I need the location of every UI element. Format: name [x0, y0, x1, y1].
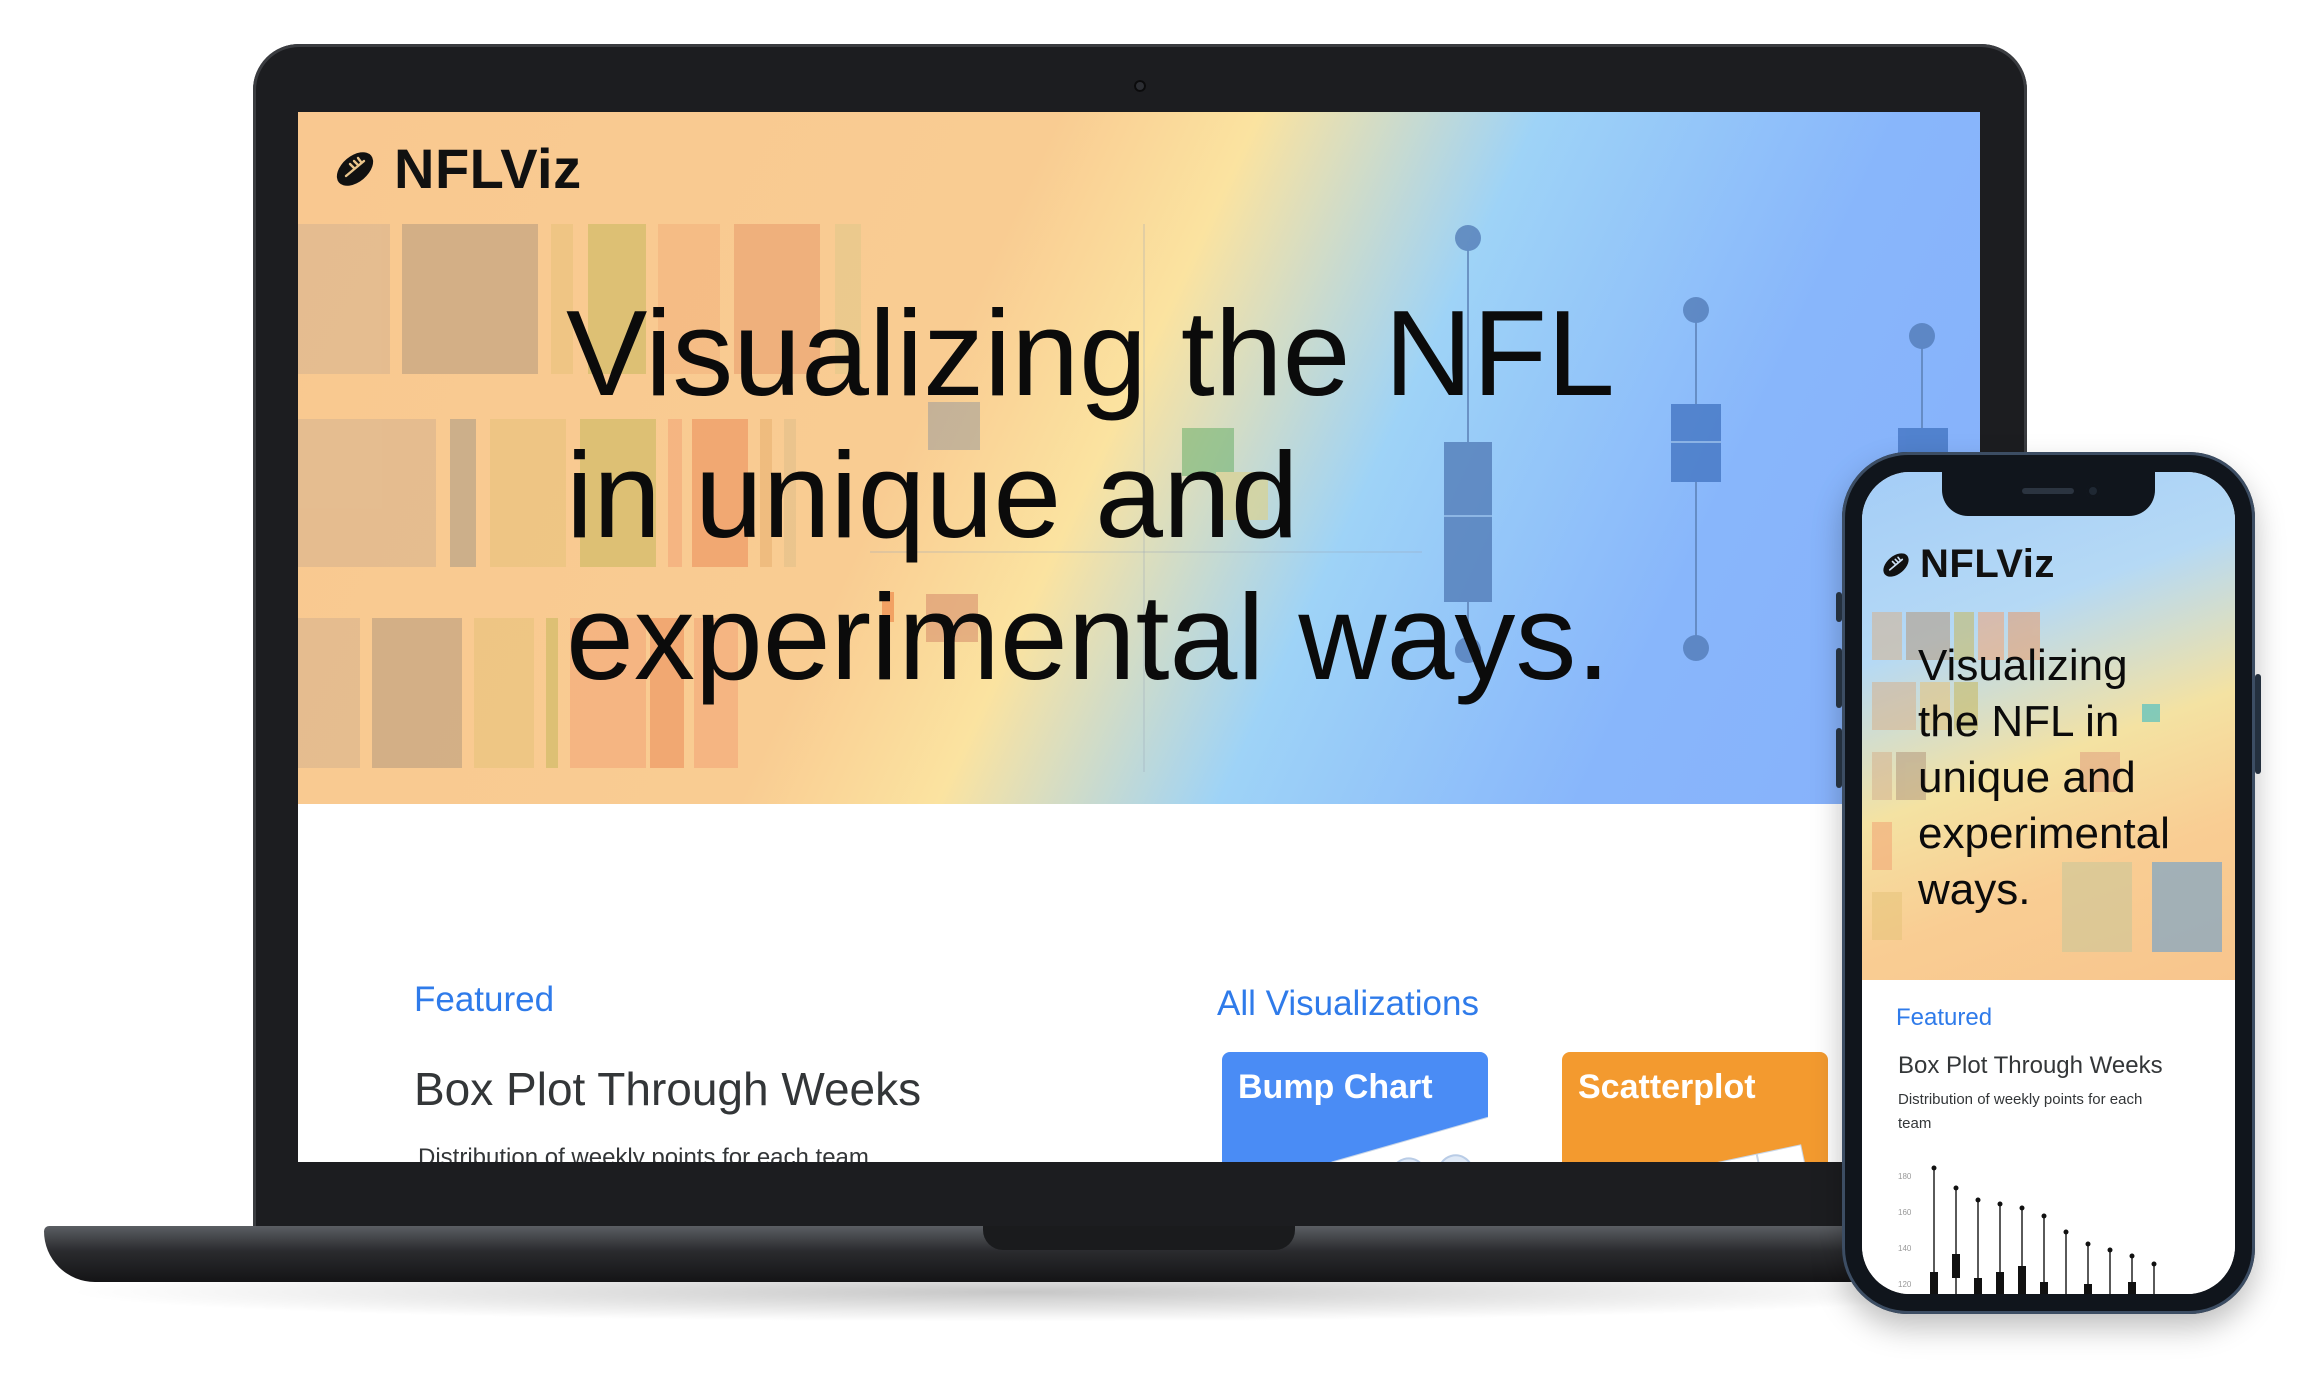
content-section: Featured Box Plot Through Weeks Distribu… — [298, 804, 1980, 1162]
hero-title-line: in unique and — [566, 427, 1299, 563]
laptop-screen: NFLViz Visualizing the NFL in unique and… — [298, 112, 1980, 1162]
phone-notch — [1942, 472, 2155, 516]
phone-featured-label: Featured — [1896, 1004, 1993, 1031]
phone-featured-chart[interactable]: 180 160 140 120 — [1898, 1160, 2208, 1294]
hero-title-line: Visualizing the NFL — [566, 285, 1615, 421]
phone-side-button — [1836, 728, 1842, 788]
football-icon — [1883, 552, 1909, 577]
phone-side-button — [1836, 592, 1842, 622]
hero-title-line: unique and — [1918, 753, 2136, 802]
phone-hero-banner: NFLViz Visualizing the NFL in unique and… — [1862, 472, 2235, 980]
phone-side-button — [1836, 648, 1842, 708]
phone-frame: NFLViz Visualizing the NFL in unique and… — [1836, 452, 2261, 1314]
viz-card-scatterplot[interactable]: Scatterplot — [1562, 1052, 1828, 1162]
laptop-trackpad-notch — [983, 1226, 1295, 1250]
phone-screen: NFLViz Visualizing the NFL in unique and… — [1862, 472, 2235, 1294]
phone-subtitle-line: team — [1898, 1115, 1932, 1132]
phone-featured-title[interactable]: Box Plot Through Weeks — [1898, 1052, 2163, 1080]
scatterplot-thumbnail — [1653, 1144, 1828, 1162]
laptop-camera — [1134, 80, 1146, 92]
hero-title: Visualizing the NFL in unique and experi… — [566, 282, 1615, 708]
brand-logo[interactable]: NFLViz — [332, 136, 582, 201]
phone-subtitle-line: Distribution of weekly points for each — [1898, 1091, 2143, 1108]
hero-banner: NFLViz Visualizing the NFL in unique and… — [298, 112, 1980, 804]
phone-brand-name: NFLViz — [1920, 542, 2055, 586]
football-icon — [336, 151, 374, 186]
phone-brand-logo[interactable]: NFLViz — [1880, 542, 2055, 587]
bump-chart-thumbnail — [1331, 1114, 1488, 1162]
featured-label: Featured — [414, 980, 555, 1019]
featured-subtitle: Distribution of weekly points for each t… — [418, 1144, 869, 1162]
phone-front-camera — [2086, 484, 2100, 498]
brand-name: NFLViz — [394, 137, 582, 200]
hero-title-line: experimental ways. — [566, 569, 1611, 705]
phone-power-button — [2255, 674, 2261, 774]
hero-title-line: the NFL in — [1918, 697, 2120, 746]
hero-title-line: ways. — [1918, 865, 2031, 914]
phone-box-plot — [1930, 1165, 2157, 1294]
all-visualizations-label[interactable]: All Visualizations — [1217, 984, 1479, 1024]
phone-hero-title: Visualizing the NFL in unique and experi… — [1918, 638, 2170, 918]
phone-featured-subtitle: Distribution of weekly points for each t… — [1898, 1088, 2142, 1136]
phone-speaker — [2022, 488, 2074, 494]
featured-title[interactable]: Box Plot Through Weeks — [414, 1062, 921, 1116]
hero-title-line: Visualizing — [1918, 641, 2128, 690]
viz-card-bump-chart[interactable]: Bump Chart — [1222, 1052, 1488, 1162]
hero-title-line: experimental — [1918, 809, 2170, 858]
phone-content-section: Featured Box Plot Through Weeks Distribu… — [1862, 980, 2235, 1294]
